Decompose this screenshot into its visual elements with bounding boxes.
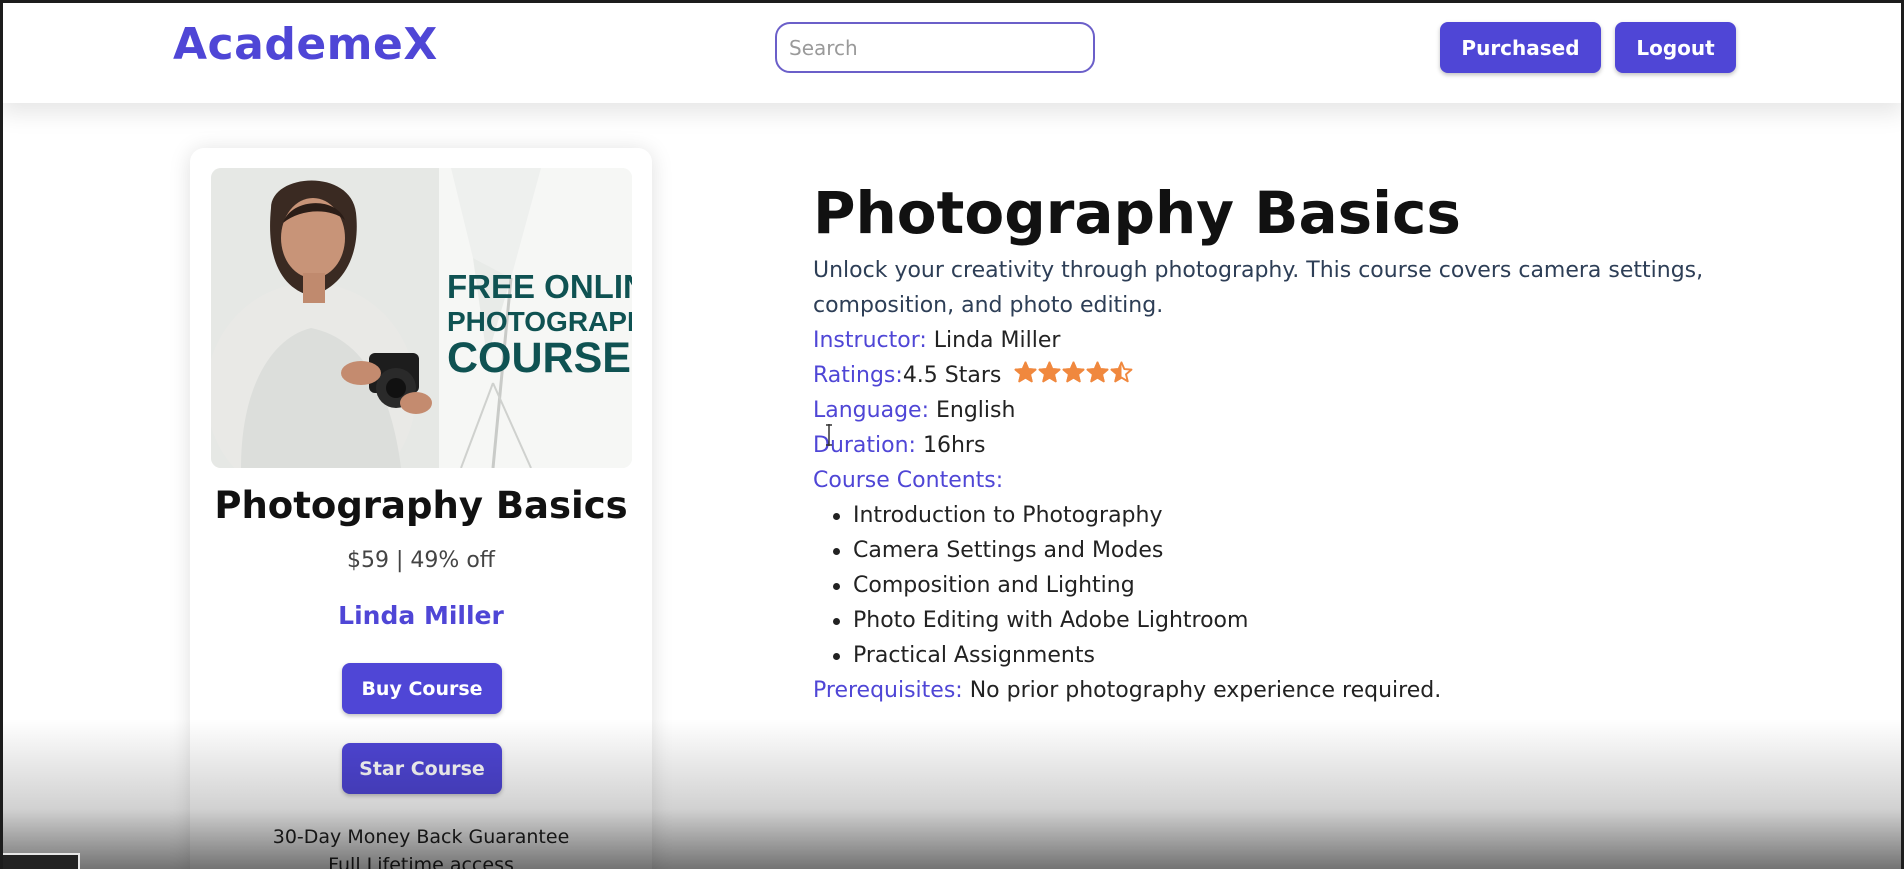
ratings-value: 4.5 Stars [902, 363, 1002, 388]
list-item: Photo Editing with Adobe Lightroom [833, 603, 1833, 638]
prerequisites-value: No prior photography experience required… [969, 678, 1442, 703]
list-item: Practical Assignments [833, 638, 1833, 673]
video-control-box[interactable] [0, 853, 80, 869]
guarantee-note: 30-Day Money Back Guarantee [272, 826, 570, 848]
instructor-value: Linda Miller [933, 328, 1061, 353]
contents-label: Course Contents: [813, 468, 1004, 493]
logout-button[interactable]: Logout [1615, 22, 1736, 73]
instructor-label: Instructor: [813, 328, 927, 353]
image-text-line-1: FREE ONLINE [447, 268, 632, 305]
buy-course-button[interactable]: Buy Course [342, 663, 502, 714]
duration-row: Duration: 16hrs [813, 428, 1833, 463]
lifetime-access-note: Full Lifetime access [328, 854, 514, 869]
card-instructor: Linda Miller [338, 601, 504, 630]
purchased-button[interactable]: Purchased [1440, 22, 1601, 73]
list-item: Introduction to Photography [833, 498, 1833, 533]
star-rating [1014, 361, 1134, 384]
language-value: English [935, 398, 1016, 423]
search-input[interactable] [775, 22, 1095, 73]
star-half-icon [1110, 361, 1133, 383]
course-description: Unlock your creativity through photograp… [813, 258, 1704, 318]
ratings-row: Ratings:4.5 Stars [813, 358, 1833, 393]
course-details: Photography Basics Unlock your creativit… [813, 178, 1833, 708]
course-card: FREE ONLINE PHOTOGRAPHY COURSES Photogra… [190, 148, 652, 869]
star-full-icon [1014, 361, 1037, 383]
duration-value: 16hrs [922, 433, 986, 458]
contents-list: Introduction to Photography Camera Setti… [813, 498, 1833, 673]
language-label: Language: [813, 398, 929, 423]
star-full-icon [1062, 361, 1085, 383]
brand-logo[interactable]: AcademeX [173, 19, 438, 70]
course-thumbnail: FREE ONLINE PHOTOGRAPHY COURSES [211, 168, 632, 468]
card-price: $59 | 49% off [347, 548, 495, 573]
card-course-title: Photography Basics [214, 484, 628, 527]
star-full-icon [1038, 361, 1061, 383]
text-cursor-icon [826, 424, 832, 446]
list-item: Composition and Lighting [833, 568, 1833, 603]
contents-row: Course Contents: [813, 463, 1833, 498]
prerequisites-row: Prerequisites: No prior photography expe… [813, 673, 1833, 708]
instructor-row: Instructor: Linda Miller [813, 323, 1833, 358]
image-text-line-3: COURSES [447, 334, 632, 382]
image-text-line-2: PHOTOGRAPHY [447, 306, 632, 337]
top-navbar: AcademeX Purchased Logout [0, 0, 1904, 103]
prerequisites-label: Prerequisites: [813, 678, 963, 703]
list-item: Camera Settings and Modes [833, 533, 1833, 568]
star-course-button[interactable]: Star Course [342, 743, 502, 794]
ratings-label: Ratings: [813, 363, 903, 388]
course-title: Photography Basics [813, 179, 1461, 247]
star-full-icon [1086, 361, 1109, 383]
language-row: Language: English [813, 393, 1833, 428]
